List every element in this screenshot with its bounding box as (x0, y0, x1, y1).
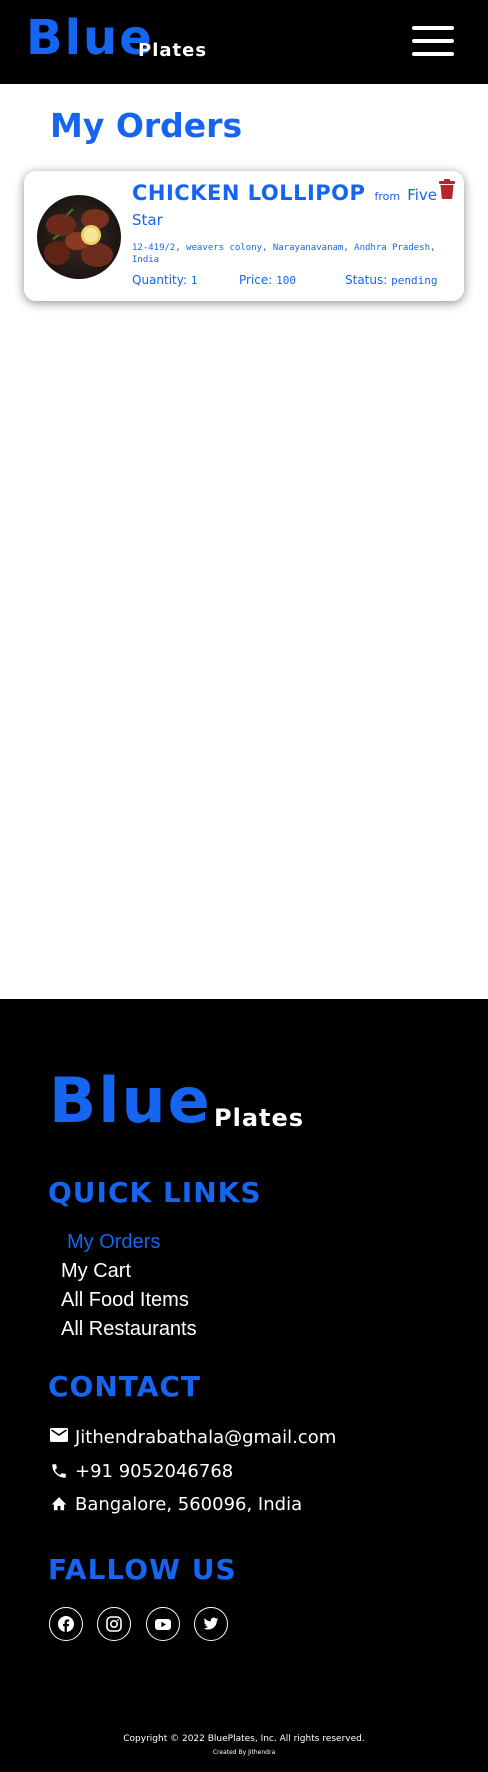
price-info: Price: 100 (239, 274, 296, 286)
home-icon (51, 1497, 67, 1511)
copyright-text: Copyright © 2022 BluePlates, Inc. All ri… (123, 1734, 365, 1744)
top-navbar: Blue Plates (0, 0, 488, 84)
twitter-icon[interactable] (194, 1607, 228, 1641)
price-label: Price: (239, 273, 273, 287)
youtube-icon[interactable] (146, 1607, 180, 1641)
footer-link-my-cart[interactable]: My Cart (61, 1261, 131, 1281)
facebook-icon[interactable] (49, 1607, 83, 1641)
follow-us-title: FALLOW US (48, 1553, 237, 1586)
food-title: CHICKEN LOLLIPOP from Five Star (132, 183, 444, 228)
quantity-value: 1 (190, 274, 198, 287)
status-info: Status: pending (345, 274, 437, 286)
phone-icon (52, 1464, 66, 1478)
food-image (37, 195, 121, 279)
brand-logo-plates[interactable]: Plates (138, 42, 207, 60)
contact-phone-text: +91 9052046768 (75, 1461, 234, 1482)
footer: Blue Plates QUICK LINKS My Orders My Car… (0, 999, 488, 1772)
food-name: CHICKEN LOLLIPOP (132, 181, 366, 205)
price-value: 100 (276, 274, 297, 287)
status-label: Status: (345, 273, 388, 287)
status-value: pending (391, 274, 438, 287)
restaurant-name-cont: Star (132, 211, 163, 229)
footer-link-my-orders[interactable]: My Orders (67, 1232, 160, 1252)
quantity-label: Quantity: (132, 273, 188, 287)
footer-link-all-food-items[interactable]: All Food Items (61, 1290, 189, 1310)
from-label: from (374, 190, 401, 203)
contact-address-text: Bangalore, 560096, India (75, 1494, 303, 1515)
delivery-address: 12-419/2, weavers colony, Narayanavanam,… (132, 243, 436, 265)
instagram-icon[interactable] (97, 1607, 131, 1641)
contact-title: CONTACT (48, 1370, 202, 1403)
brand-logo-blue[interactable]: Blue (26, 14, 154, 62)
quantity-info: Quantity: 1 (132, 274, 197, 286)
hamburger-menu-icon[interactable] (412, 26, 454, 58)
contact-email-text: Jithendrabathala@gmail.com (75, 1427, 337, 1448)
page-title: My Orders (50, 106, 243, 145)
quick-links-title: QUICK LINKS (48, 1176, 262, 1209)
restaurant-name: Five (407, 186, 438, 204)
footer-link-all-restaurants[interactable]: All Restaurants (61, 1319, 197, 1339)
trash-icon[interactable] (439, 179, 455, 199)
footer-brand-blue[interactable]: Blue (49, 1070, 212, 1132)
created-by-text: Created By Jithendra (212, 1749, 276, 1756)
mail-icon (50, 1428, 68, 1442)
order-card: CHICKEN LOLLIPOP from Five Star 12-419/2… (24, 171, 464, 301)
footer-brand-plates[interactable]: Plates (214, 1106, 304, 1130)
